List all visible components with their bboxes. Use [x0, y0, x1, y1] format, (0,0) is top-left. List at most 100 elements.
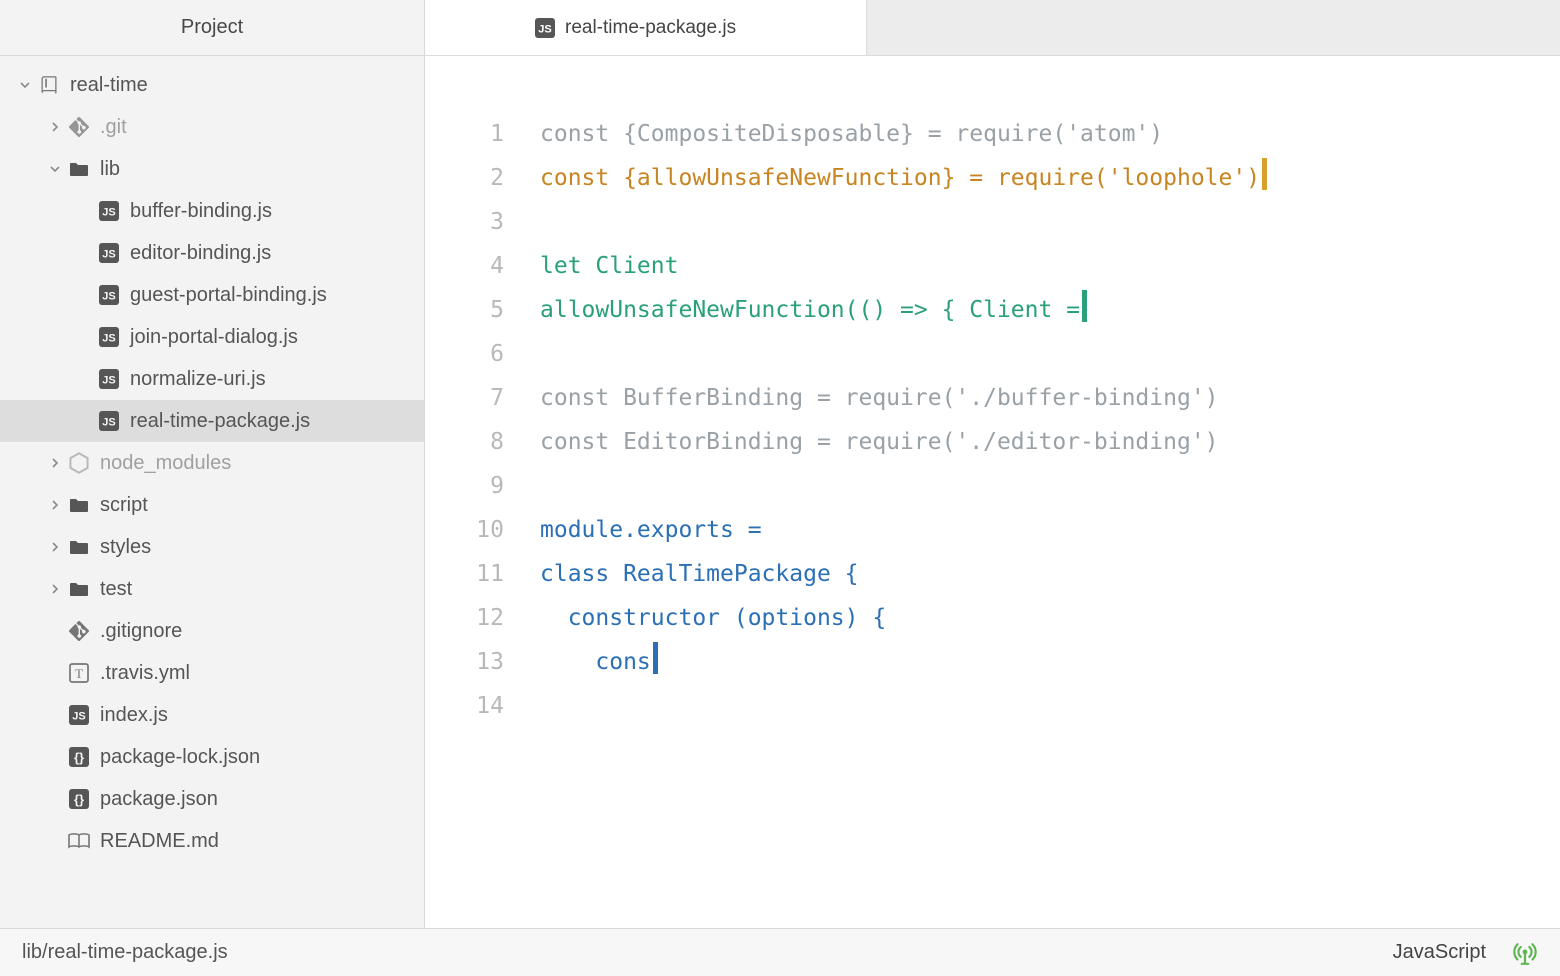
chevron-icon[interactable]: [48, 122, 62, 132]
js-icon: JS: [98, 242, 120, 264]
folder-icon: [68, 578, 90, 600]
tree-item-editor-binding-js[interactable]: JSeditor-binding.js: [0, 232, 424, 274]
tree-item-guest-portal-binding-js[interactable]: JSguest-portal-binding.js: [0, 274, 424, 316]
tree-item-lib[interactable]: lib: [0, 148, 424, 190]
code-token: const EditorBinding = require('./editor-…: [540, 429, 1219, 455]
tree-item-label: .git: [100, 116, 127, 139]
svg-text:JS: JS: [72, 711, 85, 723]
js-icon: JS: [98, 368, 120, 390]
line-number[interactable]: 8: [425, 420, 504, 464]
tree-item-node-modules[interactable]: node_modules: [0, 442, 424, 484]
line-number[interactable]: 4: [425, 244, 504, 288]
tree-item-normalize-uri-js[interactable]: JS normalize-uri.js: [0, 358, 424, 400]
svg-text:JS: JS: [538, 23, 551, 35]
code-token: const {CompositeDisposable} = require('a…: [540, 121, 1163, 147]
workspace: Project real-time.gitlibJSbuffer-binding…: [0, 0, 1560, 928]
tree-item-label: lib: [100, 158, 120, 181]
line-number[interactable]: 7: [425, 376, 504, 420]
line-number[interactable]: 13: [425, 640, 504, 684]
tree-item--git[interactable]: .git: [0, 106, 424, 148]
line-number[interactable]: 12: [425, 596, 504, 640]
code-line[interactable]: class RealTimePackage {: [540, 552, 1560, 596]
tab-bar[interactable]: JS real-time-package.js: [425, 0, 1560, 56]
tree-item-package-json[interactable]: {}package.json: [0, 778, 424, 820]
code-line[interactable]: [540, 332, 1560, 376]
code-line[interactable]: [540, 684, 1560, 728]
code-token: allowUnsafeNewFunction(() => { Client =: [540, 297, 1080, 323]
code-line[interactable]: constructor (options) {: [540, 596, 1560, 640]
tree-item--gitignore[interactable]: .gitignore: [0, 610, 424, 652]
code-token: constructor (options) {: [540, 605, 886, 631]
line-number[interactable]: 3: [425, 200, 504, 244]
tree-item-join-portal-dialog-js[interactable]: JS join-portal-dialog.js: [0, 316, 424, 358]
tree-item-styles[interactable]: styles: [0, 526, 424, 568]
js-icon: JS: [98, 326, 120, 348]
tree-item-readme-md[interactable]: README.md: [0, 820, 424, 862]
line-number[interactable]: 11: [425, 552, 504, 596]
code-line[interactable]: allowUnsafeNewFunction(() => { Client =: [540, 288, 1560, 332]
line-number[interactable]: 1: [425, 112, 504, 156]
line-number[interactable]: 2: [425, 156, 504, 200]
code-token: const BufferBinding = require('./buffer-…: [540, 385, 1219, 411]
code-token: const {allowUnsafeNewFunction} = require…: [540, 165, 1260, 191]
tree-item-label: real-time: [70, 74, 148, 97]
code-line[interactable]: const {allowUnsafeNewFunction} = require…: [540, 156, 1560, 200]
collab-cursor-green: [1082, 290, 1087, 322]
node-icon: [68, 452, 90, 474]
broadcast-tower-icon[interactable]: [1512, 940, 1538, 966]
tree-item-label: normalize-uri.js: [130, 368, 266, 391]
collab-cursor-blue: [653, 642, 658, 674]
tree-item-buffer-binding-js[interactable]: JS buffer-binding.js: [0, 190, 424, 232]
chevron-icon[interactable]: [48, 500, 62, 510]
js-icon: JS: [98, 200, 120, 222]
tree-item-real-time-package-js[interactable]: JS real-time-package.js: [0, 400, 424, 442]
travis-icon: T: [68, 662, 90, 684]
chevron-icon[interactable]: [48, 458, 62, 468]
line-number[interactable]: 14: [425, 684, 504, 728]
code-area[interactable]: const {CompositeDisposable} = require('a…: [540, 112, 1560, 928]
repo-icon: [38, 74, 60, 96]
tree-item-index-js[interactable]: JS index.js: [0, 694, 424, 736]
tree-item-label: README.md: [100, 830, 219, 853]
code-line[interactable]: cons: [540, 640, 1560, 684]
tree-item-label: real-time-package.js: [130, 410, 310, 433]
tree-item-test[interactable]: test: [0, 568, 424, 610]
tree-item-label: styles: [100, 536, 151, 559]
line-number[interactable]: 5: [425, 288, 504, 332]
tree-item-label: node_modules: [100, 452, 231, 475]
status-language[interactable]: JavaScript: [1393, 941, 1486, 964]
code-line[interactable]: const BufferBinding = require('./buffer-…: [540, 376, 1560, 420]
tree-item-real-time[interactable]: real-time: [0, 64, 424, 106]
svg-text:JS: JS: [102, 207, 115, 219]
tree-item-label: join-portal-dialog.js: [130, 326, 298, 349]
code-line[interactable]: const {CompositeDisposable} = require('a…: [540, 112, 1560, 156]
code-line[interactable]: [540, 464, 1560, 508]
tree-item-label: buffer-binding.js: [130, 200, 272, 223]
chevron-icon[interactable]: [48, 542, 62, 552]
js-icon: JS: [98, 410, 120, 432]
code-line[interactable]: let Client: [540, 244, 1560, 288]
chevron-icon[interactable]: [18, 80, 32, 90]
chevron-icon[interactable]: [48, 584, 62, 594]
project-sidebar: Project real-time.gitlibJSbuffer-binding…: [0, 0, 425, 928]
tree-item-script[interactable]: script: [0, 484, 424, 526]
line-number[interactable]: 6: [425, 332, 504, 376]
chevron-icon[interactable]: [48, 164, 62, 174]
brackets-icon: {}: [68, 746, 90, 768]
collab-cursor-orange: [1262, 158, 1267, 190]
tree-item-label: index.js: [100, 704, 168, 727]
code-line[interactable]: const EditorBinding = require('./editor-…: [540, 420, 1560, 464]
code-line[interactable]: [540, 200, 1560, 244]
file-tree[interactable]: real-time .git lib JS buffer-binding.js JSedi…: [0, 56, 424, 928]
line-number-gutter[interactable]: 1234567891011121314: [425, 112, 540, 928]
tree-item--travis-yml[interactable]: T.travis.yml: [0, 652, 424, 694]
tree-item-label: package.json: [100, 788, 218, 811]
tree-item-package-lock-json[interactable]: {}package-lock.json: [0, 736, 424, 778]
text-editor[interactable]: 1234567891011121314 const {CompositeDisp…: [425, 56, 1560, 928]
code-line[interactable]: module.exports =: [540, 508, 1560, 552]
line-number[interactable]: 10: [425, 508, 504, 552]
line-number[interactable]: 9: [425, 464, 504, 508]
git-icon: [68, 620, 90, 642]
tab-active[interactable]: JS real-time-package.js: [425, 0, 867, 55]
tab-label: real-time-package.js: [565, 17, 736, 39]
